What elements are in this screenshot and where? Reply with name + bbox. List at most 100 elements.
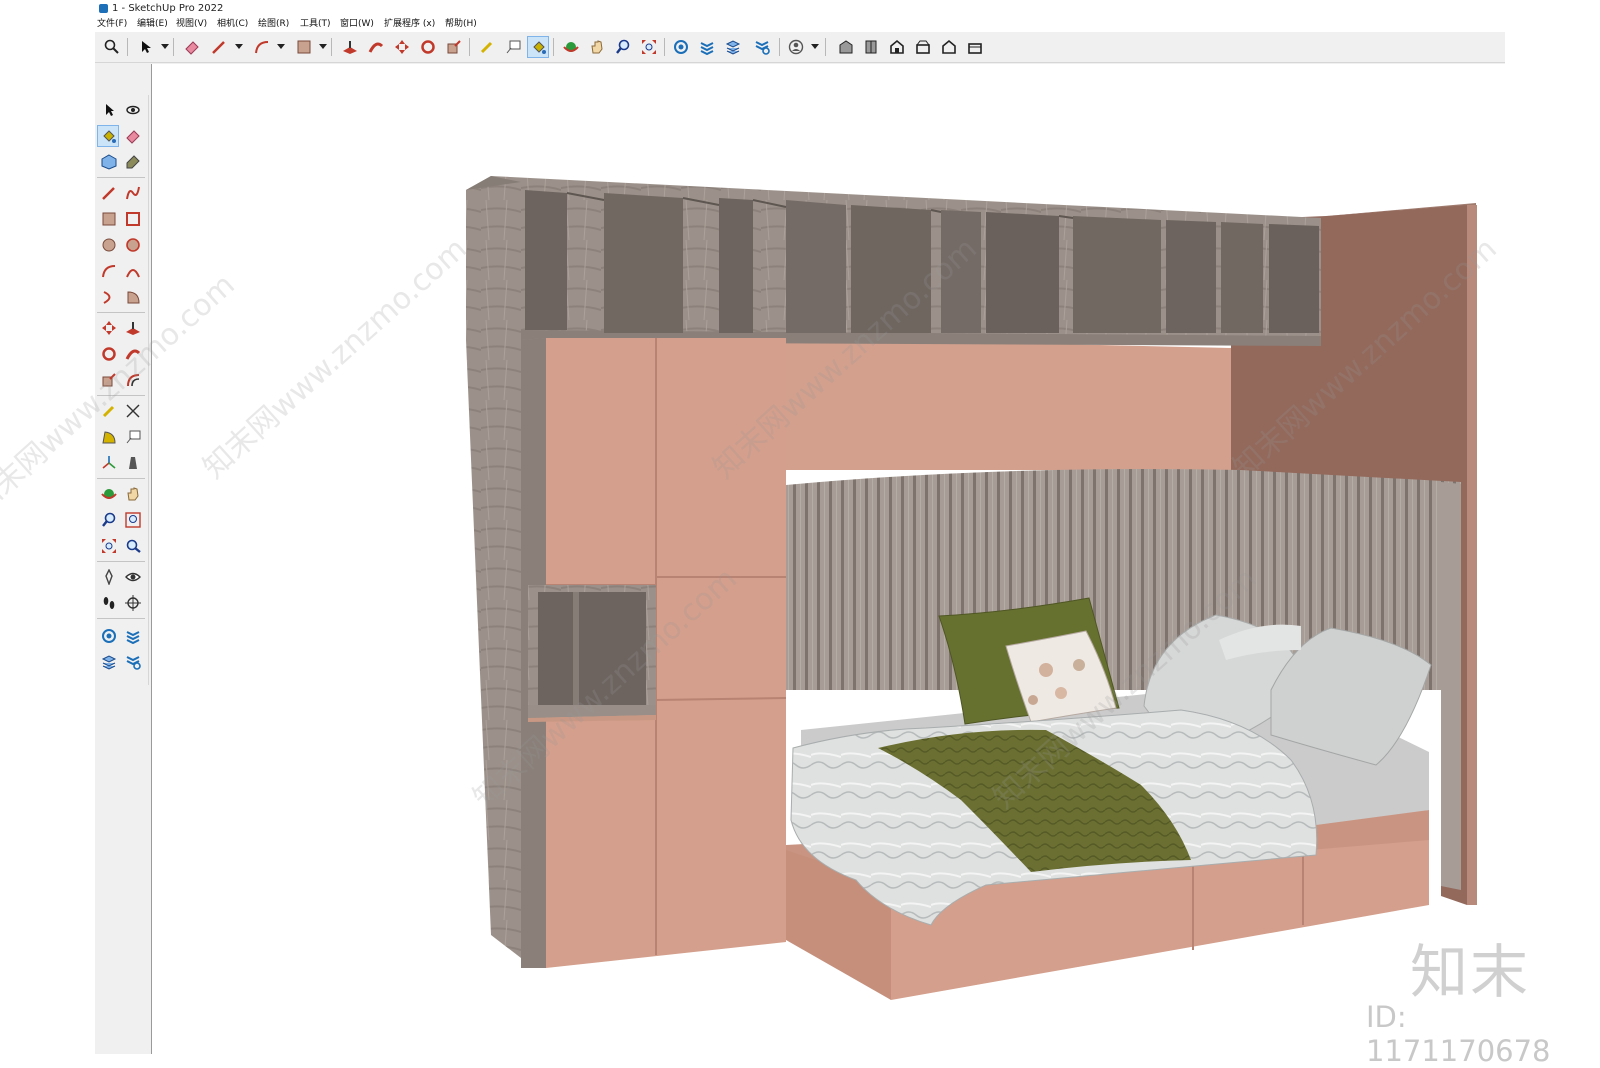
menu-tools[interactable]: 工具(T) [300,17,331,32]
left-scale-button[interactable] [98,369,120,391]
menu-draw[interactable]: 绘图(R) [258,17,289,32]
menu-window[interactable]: 窗口(W) [340,17,374,32]
orbit-icon [101,489,117,499]
left-zoom-window-button[interactable] [122,509,144,531]
select-button[interactable] [135,36,157,58]
right-view-button[interactable] [912,36,934,58]
rectangle-button[interactable] [293,36,315,58]
3d-warehouse-button[interactable] [670,36,692,58]
left-3-point-arc-button[interactable] [98,286,120,308]
back-view-button[interactable] [938,36,960,58]
menu-help[interactable]: 帮助(H) [445,17,477,32]
select-dropdown-icon[interactable] [161,44,169,49]
right-house-icon [916,40,930,54]
menu-file[interactable]: 文件(F) [97,17,127,32]
left-zoom-button[interactable] [98,509,120,531]
push-pull-button[interactable] [339,36,361,58]
zoom-extents-button[interactable] [101,36,123,58]
top-view-button[interactable] [860,36,882,58]
previous-view-icon [126,539,141,553]
left-select-button[interactable] [98,99,120,121]
model-viewport[interactable]: 知末网www.znzmo.com 知末网www.znzmo.com 知末网www… [151,64,1506,1054]
window-title: 1 - SketchUp Pro 2022 [112,3,224,14]
left-rotated-rectangle-button[interactable] [122,208,144,230]
left-text-button[interactable] [122,426,144,448]
pencil-button[interactable] [208,36,230,58]
tape-measure-button[interactable] [476,36,498,58]
left-follow-me-button[interactable] [122,343,144,365]
left-move-button[interactable] [98,317,120,339]
front-view-button[interactable] [886,36,908,58]
left-polygon-button[interactable] [122,234,144,256]
left-line-button[interactable] [98,182,120,204]
zoom-extents-tool-button[interactable] [638,36,660,58]
left-component-button[interactable] [98,151,120,173]
left-3d-text-button[interactable] [122,452,144,474]
menu-camera[interactable]: 相机(C) [217,17,248,32]
pencil-dropdown-icon[interactable] [235,44,243,49]
extension-manager-icon [126,656,141,670]
zoom-button[interactable] [612,36,634,58]
left-layout-button[interactable] [98,651,120,673]
scale-button[interactable] [443,36,465,58]
left-eraser-button[interactable] [122,125,144,147]
protractor-icon [102,431,116,444]
pan-button[interactable] [586,36,608,58]
extension-warehouse-button[interactable] [696,36,718,58]
left-position-camera-button[interactable] [98,566,120,588]
eraser-icon [126,130,140,144]
left-dimension-button[interactable] [122,400,144,422]
follow-me-icon [368,42,384,53]
iso-view-button[interactable] [835,36,857,58]
left-offset-button[interactable] [122,369,144,391]
menu-edit[interactable]: 编辑(E) [137,17,168,32]
left-tape-measure-button[interactable] [98,400,120,422]
account-button[interactable] [785,36,807,58]
left-pie-button[interactable] [122,286,144,308]
rotate-button[interactable] [417,36,439,58]
left-arc-button[interactable] [98,260,120,282]
bedroom-model [466,176,1477,1000]
left-circle-button[interactable] [98,234,120,256]
left-section-plane-button[interactable] [122,592,144,614]
left-orbit-nav-button[interactable] [98,483,120,505]
paint-bucket-button[interactable] [527,36,549,58]
account-dropdown-icon[interactable] [811,44,819,49]
orbit-button[interactable] [560,36,582,58]
layout-button[interactable] [722,36,744,58]
left-pan-button[interactable] [122,483,144,505]
position-camera-icon [105,569,113,585]
left-tag-button[interactable] [122,151,144,173]
orbit-icon [563,42,579,52]
left-3d-warehouse-button[interactable] [98,625,120,647]
text-button[interactable] [502,36,524,58]
left-extension-manager-button[interactable] [122,651,144,673]
rectangle-dropdown-icon[interactable] [319,44,327,49]
left-paint-bucket-button[interactable] [97,125,119,147]
left-orbit-button[interactable] [122,99,144,121]
left-look-around-button[interactable] [122,566,144,588]
follow-me-button[interactable] [365,36,387,58]
left-rotate-button[interactable] [98,343,120,365]
left-view-button[interactable] [964,36,986,58]
menu-extensions[interactable]: 扩展程序 (x) [384,17,435,32]
move-button[interactable] [391,36,413,58]
left-protractor-button[interactable] [98,426,120,448]
arc-dropdown-icon[interactable] [277,44,285,49]
left-freehand-button[interactable] [122,182,144,204]
eraser-button[interactable] [181,36,203,58]
left-push-pull-button[interactable] [122,317,144,339]
rectangle-icon [297,40,311,54]
footprints-icon [103,597,115,609]
left-rectangle-button[interactable] [98,208,120,230]
left-extension-warehouse-button[interactable] [122,625,144,647]
left-2-point-arc-button[interactable] [122,260,144,282]
extension-manager-button[interactable] [751,36,773,58]
left-previous-view-button[interactable] [122,535,144,557]
left-walk-button[interactable] [98,592,120,614]
offset-icon [127,374,140,387]
menu-view[interactable]: 视图(V) [176,17,207,32]
arc-button[interactable] [251,36,273,58]
left-zoom-extents-button[interactable] [98,535,120,557]
left-axes-button[interactable] [98,452,120,474]
